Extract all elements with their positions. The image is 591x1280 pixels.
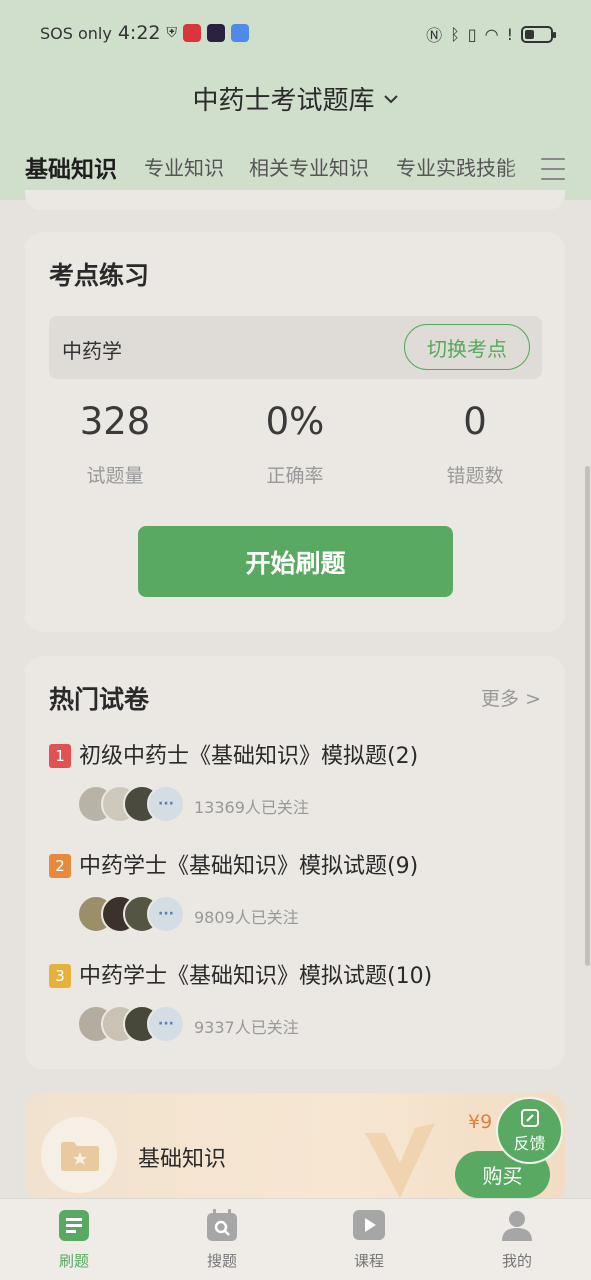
follower-count: 9809人已关注: [194, 908, 299, 927]
tab-related-knowledge[interactable]: 相关专业知识: [249, 152, 369, 181]
subject-name: 中药学: [62, 339, 122, 363]
stat-label: 正确率: [266, 465, 324, 487]
tab-professional-knowledge[interactable]: 专业知识: [144, 152, 224, 181]
chevron-down-icon: [383, 88, 399, 109]
stat-value: 0%: [265, 400, 325, 443]
menu-icon[interactable]: [541, 158, 565, 180]
practice-card: 考点练习 中药学 切换考点 328 试题量 0% 正确率 0 错题数 开始刷题: [25, 232, 565, 632]
hot-papers-card: 热门试卷 更多 > 1 初级中药士《基础知识》模拟题(2) ··· 13369人…: [25, 656, 565, 1069]
bottom-nav: 刷题 搜题 课程 我的: [0, 1198, 591, 1280]
rank-badge: 3: [49, 964, 71, 988]
shield-icon: ⛨: [166, 25, 178, 41]
app-notification-icon: [183, 24, 202, 42]
stat-wrong-count[interactable]: 0 错题数: [405, 400, 545, 488]
stat-value: 328: [79, 400, 151, 443]
rank-badge: 1: [49, 744, 71, 768]
more-avatars-icon: ···: [147, 785, 185, 823]
nav-search[interactable]: 搜题: [172, 1207, 272, 1271]
follower-count: 13369人已关注: [194, 798, 309, 817]
page-title: 中药士考试题库: [192, 85, 375, 116]
bluetooth-icon: ᛒ: [450, 24, 460, 44]
start-practice-button[interactable]: 开始刷题: [138, 526, 453, 597]
folder-star-icon: [61, 1142, 99, 1171]
paper-title: 初级中药士《基础知识》模拟题(2): [79, 744, 419, 769]
alert-icon: !: [506, 24, 513, 44]
stat-label: 错题数: [446, 465, 504, 487]
exam-selector[interactable]: 中药士考试题库: [0, 78, 591, 118]
app-notification-icon: [231, 24, 250, 42]
app-notification-icon: [207, 24, 226, 42]
nav-label: 我的: [501, 1252, 532, 1270]
nav-label: 课程: [353, 1252, 384, 1270]
more-avatars-icon: ···: [147, 895, 185, 933]
tab-practice-skills[interactable]: 专业实践技能: [396, 152, 516, 181]
nav-courses[interactable]: 课程: [319, 1207, 419, 1271]
follower-avatars: ···: [77, 1005, 187, 1043]
course-icon: [41, 1117, 117, 1193]
rank-badge: 2: [49, 854, 71, 878]
nav-label: 刷题: [58, 1252, 89, 1270]
feedback-button[interactable]: 反馈: [496, 1097, 563, 1164]
tab-basic-knowledge[interactable]: 基础知识: [25, 150, 117, 184]
search-cal-icon: [207, 1209, 237, 1241]
scrollbar[interactable]: [585, 466, 590, 966]
switch-topic-button[interactable]: 切换考点: [404, 324, 530, 370]
follower-avatars: ···: [77, 895, 187, 933]
course-name: 基础知识: [138, 1147, 227, 1172]
wifi-icon: ◠: [484, 24, 499, 44]
follower-count: 9337人已关注: [194, 1018, 299, 1037]
more-link[interactable]: 更多 >: [481, 684, 541, 711]
nav-profile[interactable]: 我的: [467, 1207, 567, 1271]
stat-value: 0: [463, 400, 487, 443]
previous-card-edge: [25, 190, 565, 210]
vibrate-icon: ▯: [467, 24, 477, 44]
status-bar: SOS only 4:22 ⛨ Ⓝ ᛒ ▯ ◠ !: [0, 0, 591, 66]
practice-title: 考点练习: [49, 261, 150, 290]
hot-papers-title: 热门试卷: [49, 685, 150, 714]
header-area: SOS only 4:22 ⛨ Ⓝ ᛒ ▯ ◠ ! 中药士考试题库 基础知识 专…: [0, 0, 591, 200]
course-card[interactable]: 基础知识 ¥9 购买: [25, 1093, 565, 1203]
battery-icon: [521, 25, 556, 43]
clock: 4:22: [117, 22, 161, 44]
tabs-fade: [505, 146, 535, 190]
stat-accuracy: 0% 正确率: [225, 400, 365, 488]
paper-title: 中药学士《基础知识》模拟试题(9): [79, 854, 419, 879]
play-icon: [353, 1210, 385, 1240]
course-price: ¥9: [468, 1111, 493, 1133]
paper-title: 中药学士《基础知识》模拟试题(10): [79, 964, 433, 989]
decoration-icon: [365, 1123, 435, 1198]
nav-practice[interactable]: 刷题: [24, 1207, 124, 1271]
nfc-icon: Ⓝ: [426, 26, 443, 45]
follower-avatars: ···: [77, 785, 187, 823]
nav-label: 搜题: [206, 1252, 237, 1270]
more-avatars-icon: ···: [147, 1005, 185, 1043]
stat-label: 试题量: [86, 465, 144, 487]
feedback-label: 反馈: [513, 1133, 546, 1153]
edit-icon: [520, 1108, 539, 1127]
stat-question-count: 328 试题量: [45, 400, 185, 488]
subject-box: 中药学 切换考点: [49, 316, 542, 379]
doc-icon: [59, 1210, 89, 1241]
carrier-text: SOS only: [40, 23, 112, 43]
user-icon: [502, 1211, 532, 1241]
